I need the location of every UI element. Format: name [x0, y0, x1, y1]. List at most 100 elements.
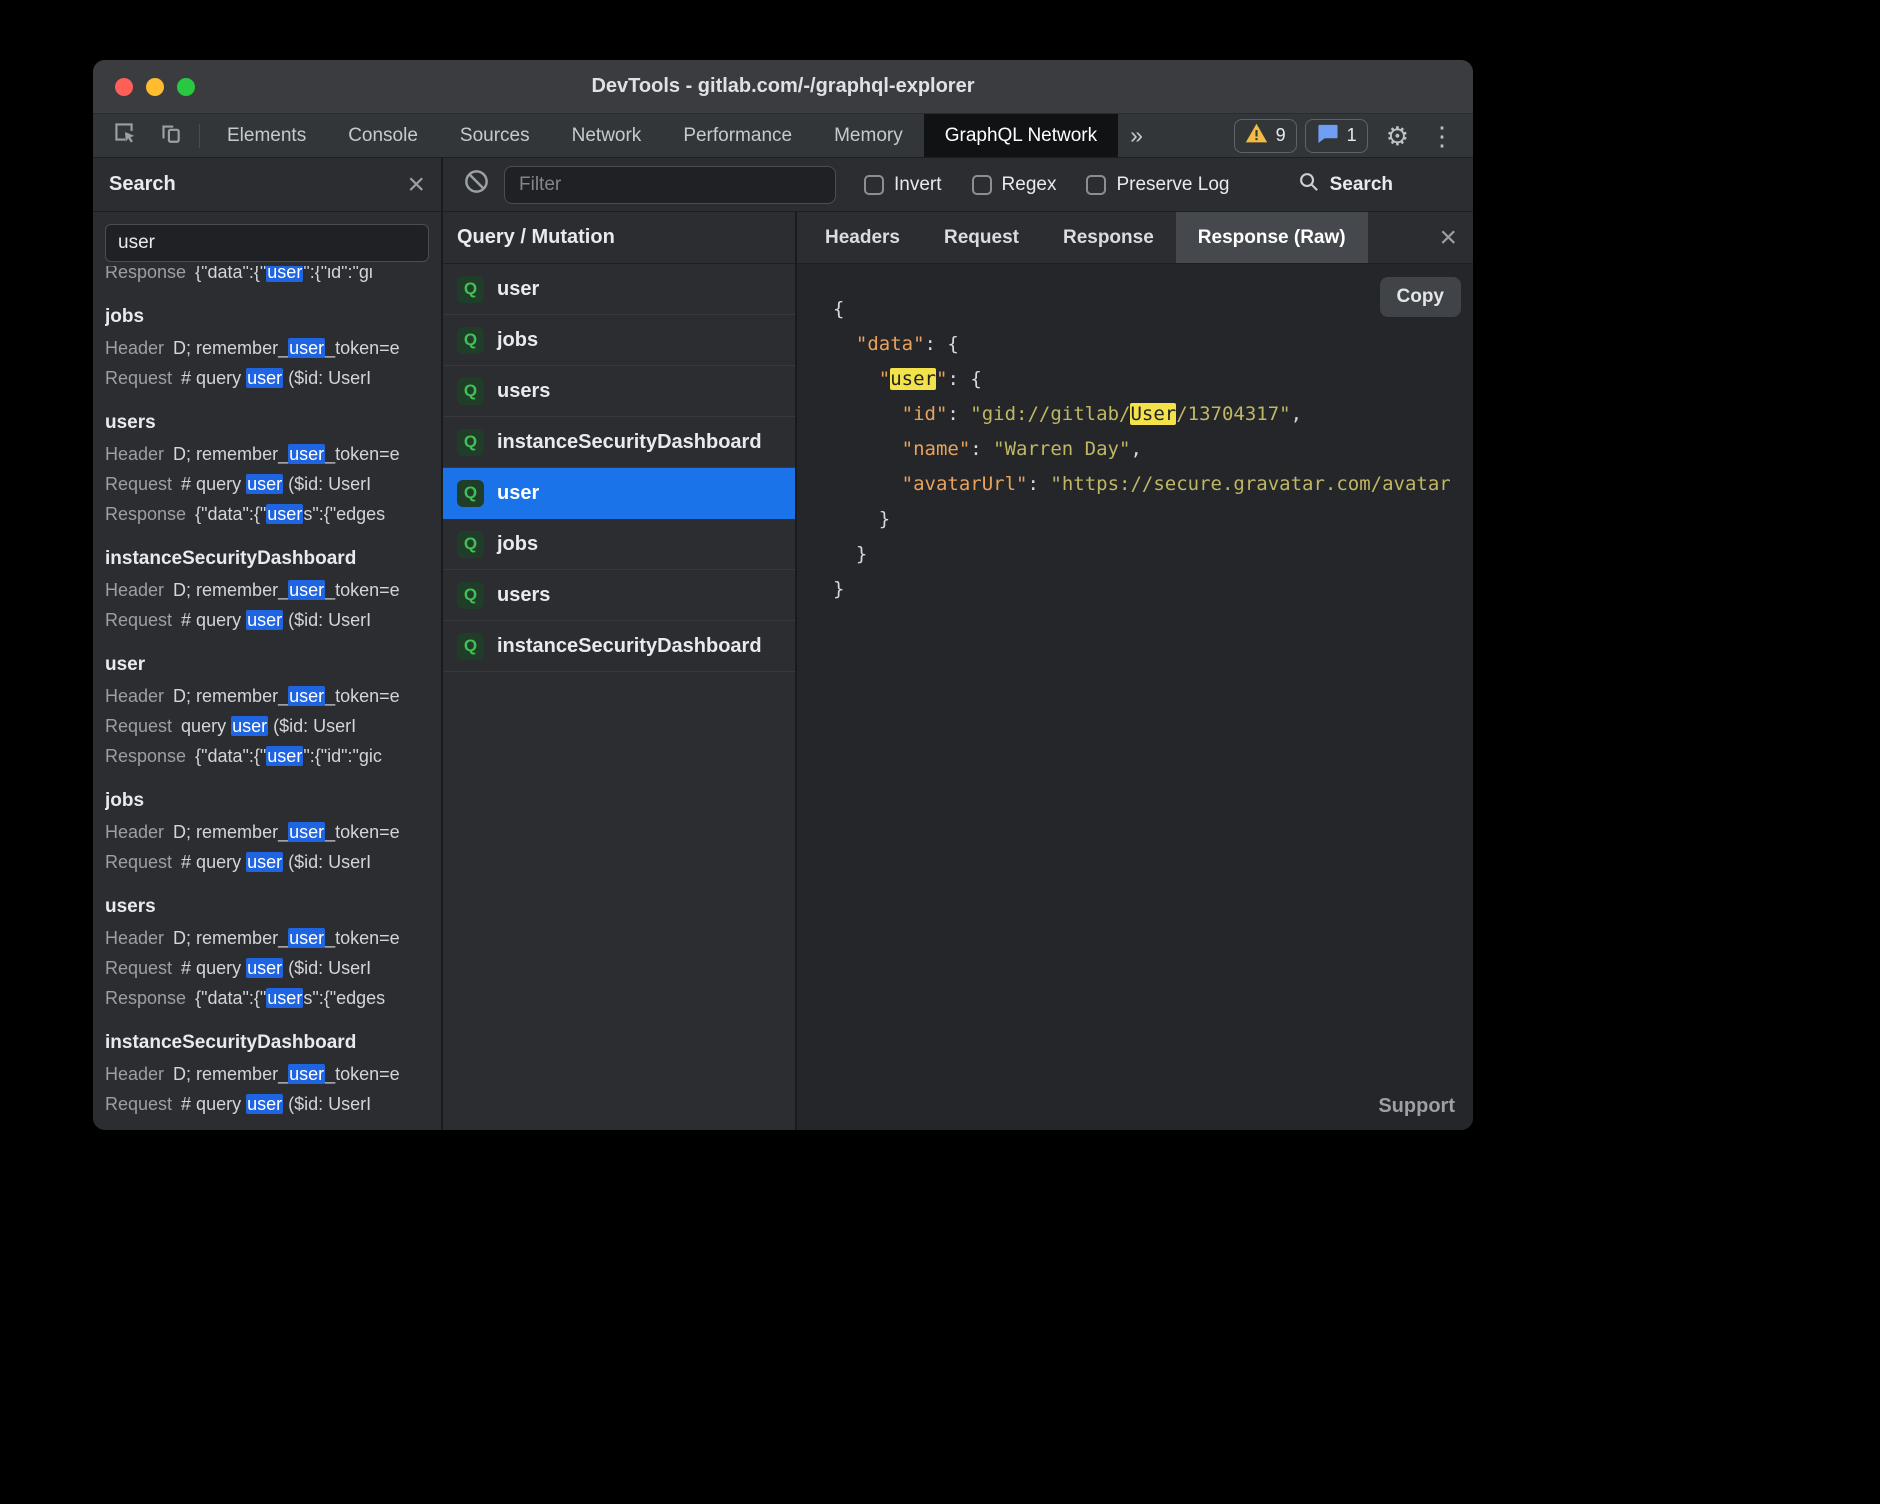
search-result-row[interactable]: Response{"data":{"user":{"id":"gic: [105, 741, 441, 771]
details-pane: HeadersRequestResponseResponse (Raw) × C…: [797, 212, 1473, 1130]
toolbar-search-button[interactable]: Search: [1297, 170, 1393, 199]
json-line: }: [833, 572, 1473, 607]
search-input[interactable]: [105, 224, 429, 262]
raw-json-code: { "data": { "user": { "id": "gid://gitla…: [797, 264, 1473, 607]
response-raw-view: Copy { "data": { "user": { "id": "gid://…: [797, 264, 1473, 1130]
search-result-row[interactable]: Request# query user ($id: UserI: [105, 363, 441, 393]
checkbox-box[interactable]: [864, 175, 884, 195]
search-results-list: Response{"data":{"user":{"id":"gijobsHea…: [93, 266, 441, 1130]
search-result-kind: Header: [105, 686, 164, 706]
maximize-window-button[interactable]: [177, 78, 195, 96]
json-line: "avatarUrl": "https://secure.gravatar.co…: [833, 467, 1473, 502]
match-highlight: user: [288, 928, 325, 948]
query-list-item[interactable]: Quser: [443, 468, 795, 519]
search-result-row[interactable]: Response{"data":{"user":{"id":"gi: [105, 266, 441, 287]
tab-network[interactable]: Network: [551, 114, 663, 157]
messages-badge[interactable]: 1: [1305, 119, 1368, 153]
detail-tab-response-raw[interactable]: Response (Raw): [1176, 212, 1368, 263]
detail-tab-response[interactable]: Response: [1041, 212, 1176, 263]
search-result-row[interactable]: Request# query user ($id: UserI: [105, 1089, 441, 1119]
warnings-badge[interactable]: 9: [1234, 119, 1297, 153]
search-result-row[interactable]: Header D; remember_user_token=e: [105, 681, 441, 711]
match-highlight: user: [246, 474, 283, 494]
search-section-title: instanceSecurityDashboard: [105, 1026, 441, 1059]
tab-console[interactable]: Console: [327, 114, 439, 157]
search-result-row[interactable]: Request # query user ($id: UserI: [105, 469, 441, 499]
query-list-item[interactable]: Qjobs: [443, 519, 795, 570]
query-list-pane: Query / Mutation QuserQjobsQusersQinstan…: [443, 212, 797, 1130]
search-result-row[interactable]: Requestquery user ($id: UserI: [105, 711, 441, 741]
query-list-item[interactable]: QinstanceSecurityDashboard: [443, 621, 795, 672]
search-result-kind: Request: [105, 958, 172, 978]
query-type-badge: Q: [457, 633, 484, 660]
query-list-item[interactable]: Quser: [443, 264, 795, 315]
kebab-menu-button[interactable]: ⋮: [1419, 114, 1465, 157]
detail-tab-headers[interactable]: Headers: [803, 212, 922, 263]
filter-input[interactable]: [504, 166, 836, 204]
search-panel-header: Search ×: [93, 158, 441, 212]
search-result-kind: Request: [105, 474, 172, 494]
clear-requests-button[interactable]: [453, 158, 500, 211]
search-result-row[interactable]: HeaderD; remember_user_token=e: [105, 575, 441, 605]
query-list-item[interactable]: Qusers: [443, 366, 795, 417]
json-line: "data": {: [833, 327, 1473, 362]
query-type-badge: Q: [457, 480, 484, 507]
query-name: jobs: [497, 329, 538, 352]
detail-tab-request[interactable]: Request: [922, 212, 1041, 263]
search-result-row[interactable]: HeaderD; remember_user_token=e: [105, 817, 441, 847]
search-result-text: # query user ($id: UserI: [181, 368, 371, 388]
match-highlight: user: [246, 368, 283, 388]
checkbox-box[interactable]: [972, 175, 992, 195]
window-titlebar[interactable]: DevTools - gitlab.com/-/graphql-explorer: [93, 60, 1473, 114]
search-result-kind: Header: [105, 928, 164, 948]
close-details-button[interactable]: ×: [1439, 223, 1457, 253]
query-list-item[interactable]: QinstanceSecurityDashboard: [443, 417, 795, 468]
checkbox-invert[interactable]: Invert: [864, 174, 942, 196]
search-result-text: # query user ($id: UserI: [181, 958, 371, 978]
tab-sources[interactable]: Sources: [439, 114, 551, 157]
close-window-button[interactable]: [115, 78, 133, 96]
device-toolbar-button[interactable]: [147, 114, 193, 157]
checkbox-box[interactable]: [1086, 175, 1106, 195]
search-result-text: {"data":{"user":{"id":"gi: [195, 266, 373, 282]
tab-elements[interactable]: Elements: [206, 114, 327, 157]
tab-memory[interactable]: Memory: [813, 114, 924, 157]
query-list-item[interactable]: Qusers: [443, 570, 795, 621]
match-highlight: user: [288, 580, 325, 600]
search-result-row[interactable]: HeaderD; remember_user_token=e: [105, 439, 441, 469]
match-highlight: user: [288, 1064, 325, 1084]
query-type-badge: Q: [457, 582, 484, 609]
search-result-text: D; remember_user_token=e: [173, 928, 400, 948]
search-result-row[interactable]: Request# query user ($id: UserI: [105, 605, 441, 635]
support-link[interactable]: Support: [1378, 1095, 1455, 1118]
close-search-panel-button[interactable]: ×: [407, 170, 425, 200]
search-result-section: instanceSecurityDashboardHeaderD; rememb…: [105, 542, 441, 635]
search-result-row[interactable]: Request# query user ($id: UserI: [105, 847, 441, 877]
query-type-badge: Q: [457, 276, 484, 303]
search-result-row[interactable]: Request # query user ($id: UserI: [105, 953, 441, 983]
checkbox-regex[interactable]: Regex: [972, 174, 1057, 196]
match-highlight: user: [231, 716, 268, 736]
search-result-row[interactable]: HeaderD; remember_user_token=e: [105, 333, 441, 363]
search-result-section: usersHeaderD; remember_user_token=eReque…: [105, 890, 441, 1013]
json-line: "name": "Warren Day",: [833, 432, 1473, 467]
search-result-row[interactable]: Response{"data":{"users":{"edges: [105, 983, 441, 1013]
copy-button[interactable]: Copy: [1380, 277, 1462, 317]
checkbox-preserve-log[interactable]: Preserve Log: [1086, 174, 1229, 196]
settings-gear-button[interactable]: ⚙: [1376, 114, 1419, 157]
search-result-text: # query user ($id: UserI: [181, 474, 371, 494]
inspect-element-button[interactable]: [101, 114, 147, 157]
search-result-row[interactable]: Header D; remember_user_token=e: [105, 923, 441, 953]
more-tabs-button[interactable]: »: [1118, 122, 1155, 149]
minimize-window-button[interactable]: [146, 78, 164, 96]
warnings-count: 9: [1276, 125, 1286, 146]
search-result-kind: Request: [105, 716, 172, 736]
search-result-text: D; remember_user_token=e: [173, 686, 400, 706]
messages-count: 1: [1347, 125, 1357, 146]
query-list-item[interactable]: Qjobs: [443, 315, 795, 366]
search-result-row[interactable]: Response{"data":{"users":{"edges: [105, 499, 441, 529]
tab-graphql-network[interactable]: GraphQL Network: [924, 114, 1118, 157]
tab-performance[interactable]: Performance: [662, 114, 813, 157]
tabbar-divider: [199, 124, 200, 148]
search-result-row[interactable]: HeaderD; remember_user_token=e: [105, 1059, 441, 1089]
